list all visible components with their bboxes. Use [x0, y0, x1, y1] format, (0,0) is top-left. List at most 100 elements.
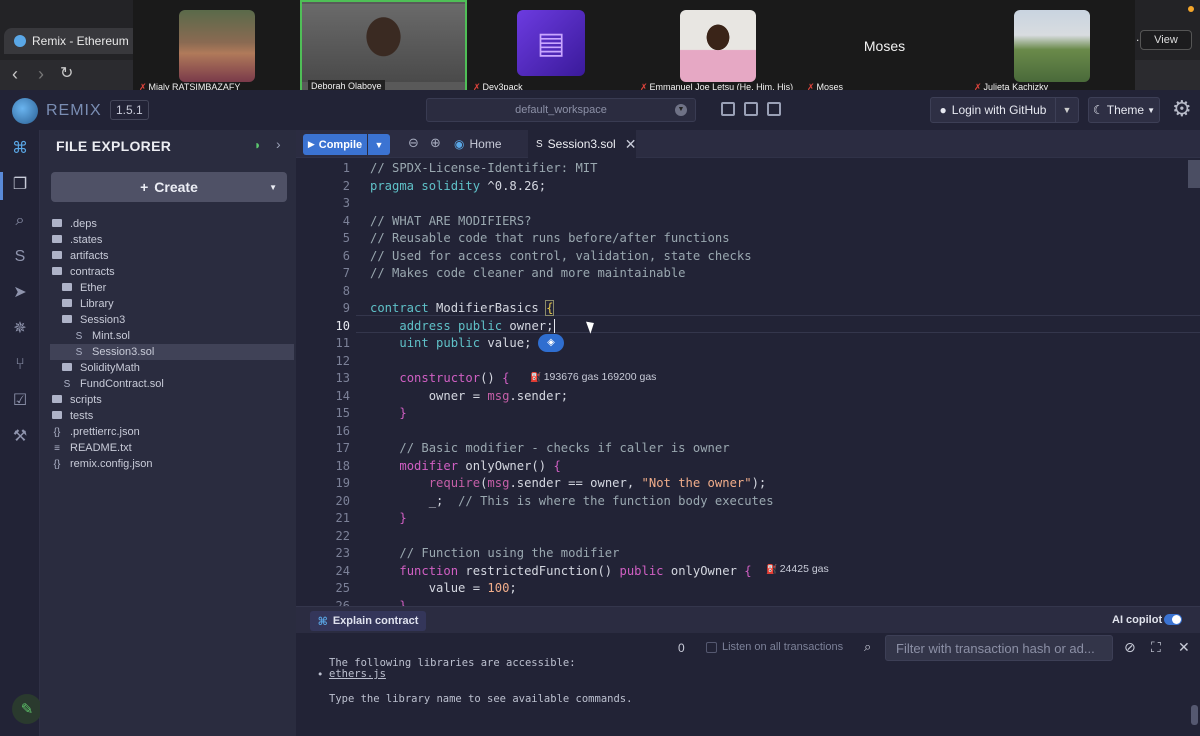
- listen-all-checkbox[interactable]: [706, 642, 717, 653]
- file-tree-item[interactable]: .deps: [50, 216, 294, 232]
- file-tree-label: Session3: [80, 314, 126, 326]
- reload-icon[interactable]: ↻: [60, 64, 73, 84]
- file-tree-item[interactable]: S FundContract.sol: [50, 376, 294, 392]
- line-number: 21: [335, 511, 350, 525]
- deploy-run-icon[interactable]: ➤: [9, 282, 31, 304]
- debugger-icon[interactable]: ✵: [9, 318, 31, 340]
- toggle-bottom-panel-icon[interactable]: [744, 102, 758, 116]
- clear-console-icon[interactable]: ⊘: [1124, 639, 1136, 656]
- search-icon[interactable]: ⌕: [9, 210, 31, 232]
- zoom-out-icon[interactable]: ⊖: [408, 135, 419, 151]
- view-button-label: View: [1154, 34, 1178, 46]
- login-dropdown-caret[interactable]: ▼: [1055, 97, 1079, 123]
- remix-home-icon[interactable]: ⌘: [9, 138, 31, 160]
- json-file-icon: {}: [53, 426, 61, 438]
- toggle-right-panel-icon[interactable]: [767, 102, 781, 116]
- back-icon[interactable]: ‹: [12, 64, 18, 84]
- file-tree-item[interactable]: ≡ README.txt: [50, 440, 294, 456]
- file-tree-item[interactable]: Session3: [50, 312, 294, 328]
- pending-tx-count: 0: [678, 641, 685, 655]
- solidity-compiler-icon[interactable]: S: [9, 246, 31, 268]
- ai-lock-badge-icon[interactable]: ◈: [538, 334, 564, 352]
- participant-tile[interactable]: ✗ Emmanuel Joe Letsu (He, Him, His): [634, 0, 801, 96]
- file-tree-item[interactable]: S Session3.sol: [50, 344, 294, 360]
- solidity-file-icon: S: [75, 346, 83, 358]
- file-tree-item[interactable]: Library: [50, 296, 294, 312]
- chevron-right-icon[interactable]: ›: [276, 136, 281, 152]
- file-tree-label: SolidityMath: [80, 362, 140, 374]
- file-tree-item[interactable]: tests: [50, 408, 294, 424]
- login-github-button[interactable]: ● Login with GitHub: [930, 97, 1056, 123]
- folder-icon: [50, 411, 64, 422]
- active-plugin-indicator: [0, 172, 3, 200]
- browser-tab-remix[interactable]: Remix - Ethereum IDE: [4, 28, 152, 54]
- transaction-filter-input[interactable]: [885, 635, 1113, 661]
- participant-tile-active[interactable]: Deborah Olaboye: [300, 0, 467, 96]
- file-tree-item[interactable]: {} remix.config.json: [50, 456, 294, 472]
- terminal-scrollbar-thumb[interactable]: [1191, 705, 1198, 725]
- ai-copilot-toggle[interactable]: [1164, 614, 1182, 625]
- explain-contract-button[interactable]: ⌘ Explain contract: [310, 611, 426, 631]
- line-number: 6: [342, 248, 350, 263]
- close-icon[interactable]: ✕: [1178, 639, 1190, 656]
- editor-scrollbar-thumb[interactable]: [1188, 160, 1200, 188]
- file-tree-item[interactable]: contracts: [50, 264, 294, 280]
- file-tree-item[interactable]: Ether: [50, 280, 294, 296]
- tab-session3-sol[interactable]: S Session3.sol ✕: [528, 130, 636, 158]
- line-number: 3: [342, 196, 350, 210]
- line-number: 25: [335, 581, 350, 595]
- solidity-file-icon: S: [63, 378, 71, 390]
- file-explorer-title: FILE EXPLORER: [56, 138, 172, 154]
- terminal-link-ethers[interactable]: ethers.js: [329, 668, 386, 680]
- remix-title: REMIX: [46, 102, 102, 119]
- testing-icon[interactable]: ☑: [9, 390, 31, 412]
- file-tree-item[interactable]: scripts: [50, 392, 294, 408]
- play-icon: ▶: [307, 139, 315, 149]
- line-number: 14: [335, 388, 350, 403]
- participant-tile[interactable]: ✗ Julieta Kachizky: [968, 0, 1135, 96]
- gas-estimate-constructor: ⛽ 193676 gas 169200 gas: [530, 371, 657, 383]
- compile-button[interactable]: ▶ Compile: [303, 134, 367, 155]
- forward-icon[interactable]: ›: [38, 64, 44, 84]
- file-tree-item[interactable]: SolidityMath: [50, 360, 294, 376]
- pencil-icon[interactable]: ✎: [12, 694, 42, 724]
- code-line: // SPDX-License-Identifier: MIT: [370, 161, 598, 175]
- code-line: value = 100;: [370, 581, 517, 595]
- explain-contract-label: Explain contract: [332, 615, 419, 627]
- file-explorer-icon[interactable]: ❐: [9, 174, 31, 196]
- maximize-icon[interactable]: ⛶: [1151, 639, 1161, 656]
- file-tree-label: README.txt: [70, 442, 132, 454]
- code-area[interactable]: 1 // SPDX-License-Identifier: MIT 2 pragma …: [296, 158, 1200, 606]
- tab-home[interactable]: ◉ Home: [454, 130, 502, 158]
- compile-options-caret[interactable]: ▼: [368, 134, 390, 155]
- code-line: }: [399, 598, 407, 607]
- create-button[interactable]: + Create ▼: [51, 172, 287, 202]
- zoom-in-icon[interactable]: ⊕: [430, 135, 441, 151]
- code-line: contract ModifierBasics {: [370, 300, 555, 316]
- backpack-avatar-icon: ▤: [517, 10, 585, 76]
- zoom-view-button[interactable]: View: [1140, 30, 1192, 50]
- gear-icon[interactable]: ⚙: [1172, 96, 1192, 122]
- plugin-manager-icon[interactable]: ⚒: [9, 426, 31, 448]
- line-number: 1: [342, 161, 350, 175]
- close-icon[interactable]: ✕: [625, 136, 637, 153]
- icon-panel: ⌘ ❐ ⌕ S ➤ ✵ ⑂ ☑ ⚒ ✎: [0, 130, 42, 736]
- file-tree-item[interactable]: artifacts: [50, 248, 294, 264]
- participant-tile[interactable]: ▤ ✗ Dev3pack: [467, 0, 634, 96]
- theme-button[interactable]: ☾ Theme ▼: [1088, 97, 1160, 123]
- folder-icon: [50, 251, 64, 262]
- participant-tile[interactable]: Moses ✗ Moses: [801, 0, 968, 96]
- participant-tile[interactable]: ✗ Mialy RATSIMBAZAFY: [133, 0, 300, 96]
- compile-label: Compile: [318, 138, 363, 151]
- participant-video: [302, 4, 465, 82]
- file-tree-item[interactable]: S Mint.sol: [50, 328, 294, 344]
- fuel-icon: ⛽: [530, 372, 544, 382]
- toggle-left-panel-icon[interactable]: [721, 102, 735, 116]
- file-tree-item[interactable]: {} .prettierrc.json: [50, 424, 294, 440]
- file-tree-item[interactable]: .states: [50, 232, 294, 248]
- git-icon[interactable]: ⑂: [9, 354, 31, 376]
- workspace-select[interactable]: default_workspace ▼: [426, 98, 696, 122]
- terminal-line: Type the library name to see available c…: [329, 693, 633, 705]
- folder-open-icon: [60, 315, 74, 326]
- line-number: 18: [335, 458, 350, 473]
